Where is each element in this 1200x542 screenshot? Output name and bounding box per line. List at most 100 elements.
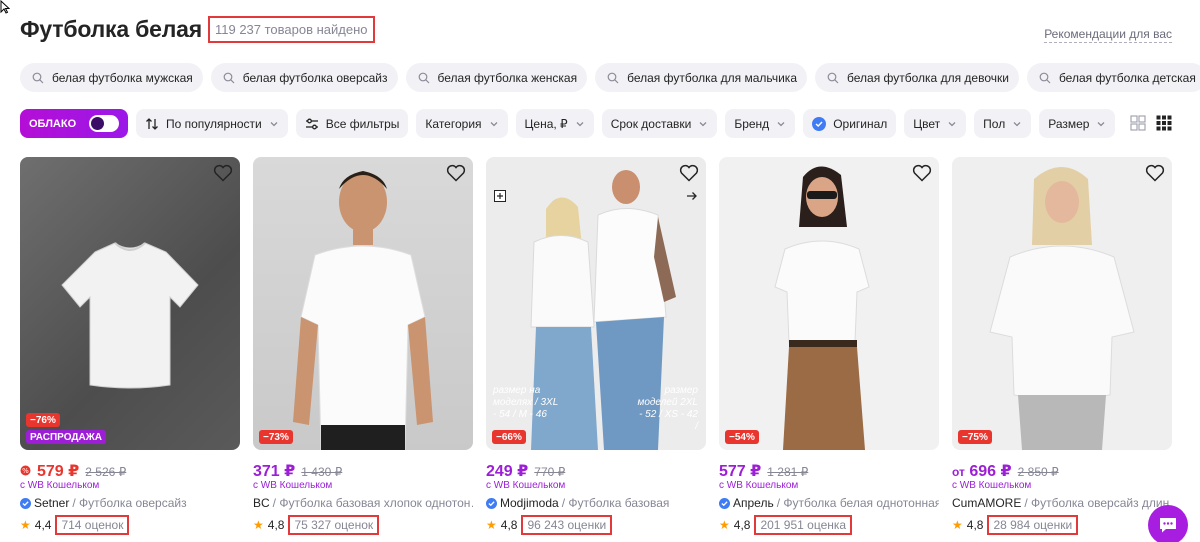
review-count[interactable]: 714 оценок xyxy=(55,515,130,535)
search-icon xyxy=(32,72,44,83)
product-card[interactable]: −54% 577 ₽ 1 281 ₽ с WB Кошельком Апрель… xyxy=(719,157,939,535)
product-photo[interactable]: −76% РАСПРОДАЖА xyxy=(20,157,240,450)
wallet-note: с WB Кошельком xyxy=(253,480,333,491)
product-name: / Футболка базовая хлопок однотон… xyxy=(272,496,473,510)
product-photo[interactable]: размер на моделях / 3XL - 54 / M - 46 ра… xyxy=(486,157,706,450)
heart-icon[interactable] xyxy=(213,164,233,182)
star-icon: ★ xyxy=(253,518,264,532)
price-row: от 696 ₽ 2 850 ₽ xyxy=(952,461,1172,480)
recommendations-link[interactable]: Рекомендации для вас xyxy=(1044,27,1172,43)
product-photo[interactable]: −73% xyxy=(253,157,473,450)
product-title[interactable]: Апрель / Футболка белая однотонная… xyxy=(719,496,939,510)
discount-badge: −75% xyxy=(958,430,992,444)
review-count[interactable]: 201 951 оценка xyxy=(754,515,853,535)
heart-icon[interactable] xyxy=(679,164,699,182)
gender-label: Пол xyxy=(983,116,1006,131)
heart-icon[interactable] xyxy=(1145,164,1165,182)
oblako-label: ОБЛАКО xyxy=(29,117,77,130)
search-icon xyxy=(1039,72,1051,83)
product-title[interactable]: Setner / Футболка оверсайз xyxy=(20,496,240,510)
sort-dropdown[interactable]: По популярности xyxy=(136,109,288,138)
price-row: 577 ₽ 1 281 ₽ xyxy=(719,461,939,480)
suggestion-chip[interactable]: белая футболка мужская xyxy=(20,63,203,92)
product-card[interactable]: размер на моделях / 3XL - 54 / M - 46 ра… xyxy=(486,157,706,535)
grid-large-icon[interactable] xyxy=(1130,115,1146,131)
verified-check-icon xyxy=(812,116,827,131)
all-filters-label: Все фильтры xyxy=(325,116,400,131)
product-photo[interactable]: −75% xyxy=(952,157,1172,450)
all-filters-button[interactable]: Все фильтры xyxy=(295,109,409,138)
price-value: 696 ₽ xyxy=(969,463,1012,480)
product-card[interactable]: −76% РАСПРОДАЖА % 579 ₽ 2 526 ₽ с WB Кош… xyxy=(20,157,240,535)
chat-button[interactable] xyxy=(1148,505,1188,542)
price-row: % 579 ₽ 2 526 ₽ xyxy=(20,461,240,480)
suggestion-chip[interactable]: белая футболка детская xyxy=(1026,63,1200,92)
suggestion-chip[interactable]: белая футболка для девочки xyxy=(815,63,1019,92)
discount-badge: −66% xyxy=(492,430,526,444)
suggestion-chip[interactable]: белая футболка женская xyxy=(405,63,588,92)
search-icon xyxy=(418,72,429,83)
verified-brand-icon xyxy=(20,497,31,509)
review-count[interactable]: 75 327 оценок xyxy=(288,515,380,535)
found-count: 119 237 товаров найдено xyxy=(207,16,375,43)
product-card[interactable]: −73% 371 ₽ 1 430 ₽ с WB Кошельком BC / Ф… xyxy=(253,157,473,535)
tshirt-image xyxy=(61,242,199,389)
old-price: 2 526 ₽ xyxy=(85,465,127,479)
chevron-down-icon xyxy=(699,121,707,126)
product-title[interactable]: CumAMORE / Футболка оверсайз длин… xyxy=(952,496,1172,510)
brand-name: Апрель xyxy=(733,496,774,510)
product-name: / Футболка белая однотонная… xyxy=(776,496,939,510)
add-to-compare-icon[interactable] xyxy=(494,190,506,202)
discount-badge: −73% xyxy=(259,430,293,444)
model-photo-image xyxy=(293,171,433,450)
heart-icon[interactable] xyxy=(446,164,466,182)
wallet-note: с WB Кошельком xyxy=(952,480,1032,491)
current-price: 249 ₽ xyxy=(486,463,529,480)
chevron-down-icon xyxy=(948,121,956,126)
price-row: 249 ₽ 770 ₽ xyxy=(486,461,706,480)
filters-bar: ОБЛАКО По популярности Все фильтры Катег… xyxy=(20,109,1116,138)
suggestion-chip[interactable]: белая футболка для мальчика xyxy=(595,63,807,92)
sale-badge: РАСПРОДАЖА xyxy=(26,430,106,444)
size-filter[interactable]: Размер xyxy=(1039,109,1116,138)
wallet-note: с WB Кошельком xyxy=(486,480,566,491)
chip-label: белая футболка мужская xyxy=(52,70,193,85)
arrow-right-icon[interactable] xyxy=(686,190,698,202)
chevron-down-icon xyxy=(777,121,785,126)
review-count[interactable]: 28 984 оценки xyxy=(987,515,1079,535)
star-icon: ★ xyxy=(20,518,31,532)
toggle-switch[interactable] xyxy=(89,115,119,132)
old-price: 1 430 ₽ xyxy=(301,465,343,479)
grid-small-icon[interactable] xyxy=(1156,115,1172,131)
review-count[interactable]: 96 243 оценки xyxy=(521,515,613,535)
size-label: Размер xyxy=(1048,116,1090,131)
price-label: Цена, ₽ xyxy=(524,116,568,131)
suggestion-chip[interactable]: белая футболка оверсайз xyxy=(210,63,398,92)
heart-icon[interactable] xyxy=(912,164,932,182)
model-photo-image xyxy=(989,167,1135,450)
chip-label: белая футболка детская xyxy=(1058,70,1196,85)
product-name: / Футболка базовая xyxy=(561,496,670,510)
current-price: 577 ₽ xyxy=(719,463,762,480)
price-row: 371 ₽ 1 430 ₽ xyxy=(253,461,473,480)
original-filter[interactable]: Оригинал xyxy=(803,109,897,138)
brand-filter[interactable]: Бренд xyxy=(725,109,796,138)
verified-brand-icon xyxy=(486,497,497,509)
color-filter[interactable]: Цвет xyxy=(904,109,967,138)
brand-name: CumAMORE xyxy=(952,496,1022,510)
gender-filter[interactable]: Пол xyxy=(974,109,1032,138)
product-title[interactable]: BC / Футболка базовая хлопок однотон… xyxy=(253,496,473,510)
mouse-cursor-icon xyxy=(0,0,10,14)
oblako-toggle-button[interactable]: ОБЛАКО xyxy=(20,109,128,138)
search-icon xyxy=(607,72,619,83)
sort-label: По популярности xyxy=(166,116,262,131)
price-filter[interactable]: Цена, ₽ xyxy=(515,109,594,138)
chip-label: белая футболка женская xyxy=(437,70,578,85)
product-title[interactable]: Modjimoda / Футболка базовая xyxy=(486,496,706,510)
product-photo[interactable]: −54% xyxy=(719,157,939,450)
search-suggestion-chips: белая футболка мужская белая футболка ов… xyxy=(20,63,1200,92)
delivery-filter[interactable]: Срок доставки xyxy=(601,109,718,138)
category-filter[interactable]: Категория xyxy=(416,109,508,138)
product-card[interactable]: −75% от 696 ₽ 2 850 ₽ с WB Кошельком Cum… xyxy=(952,157,1172,535)
model-photo-image xyxy=(774,166,870,450)
